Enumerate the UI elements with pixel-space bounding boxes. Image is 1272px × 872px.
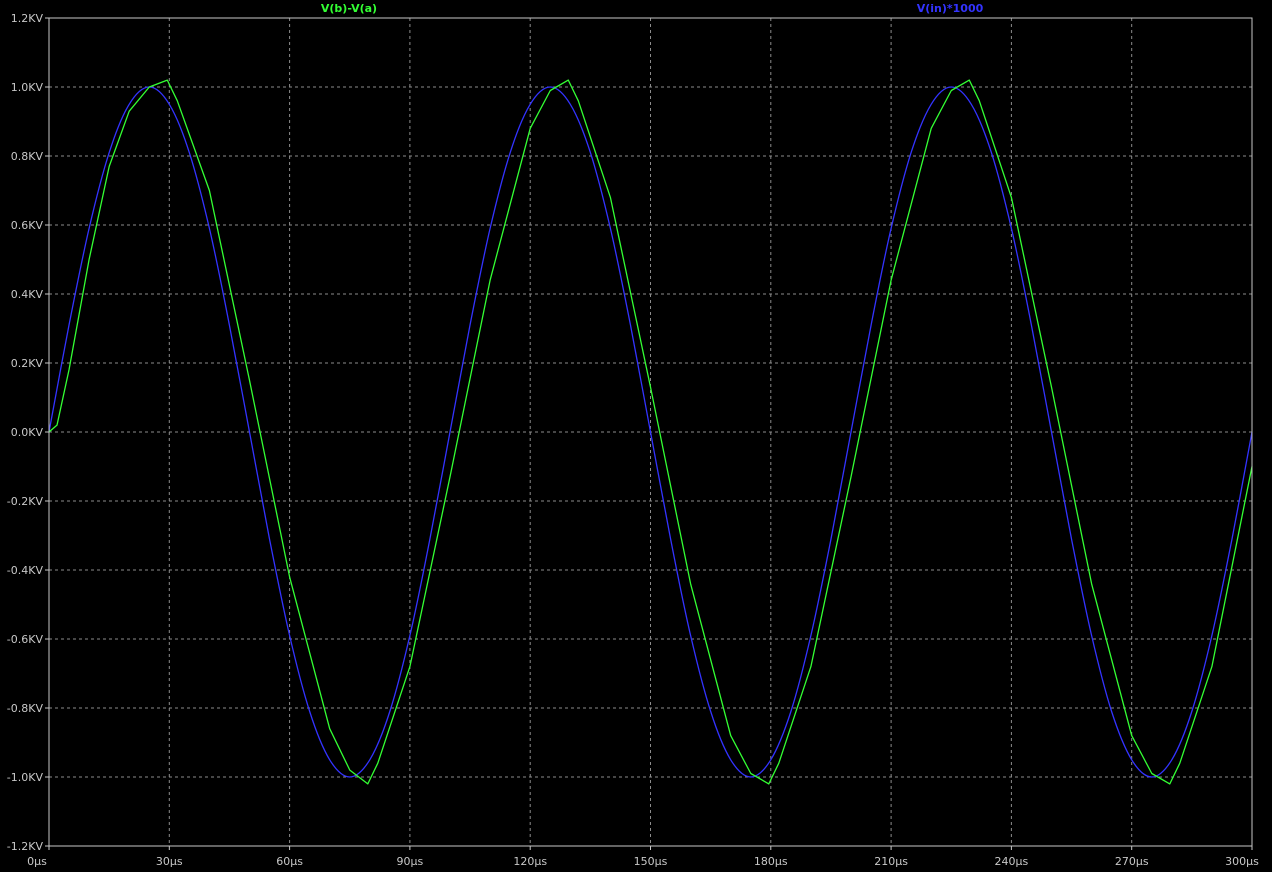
y-tick-label: -0.2KV (7, 495, 44, 508)
plot-background (0, 0, 1272, 872)
x-tick-label: 0µs (27, 855, 47, 868)
y-tick-label: -1.2KV (7, 840, 44, 853)
x-tick-label: 60µs (276, 855, 303, 868)
x-tick-label: 270µs (1115, 855, 1149, 868)
x-tick-label: 180µs (754, 855, 788, 868)
x-tick-label: 30µs (156, 855, 183, 868)
legend-series-green: V(b)-V(a) (321, 2, 377, 15)
y-tick-label: -0.6KV (7, 633, 44, 646)
y-tick-label: -0.8KV (7, 702, 44, 715)
y-tick-label: 1.0KV (11, 81, 44, 94)
x-tick-label: 240µs (995, 855, 1029, 868)
waveform-plot: 0µs 30µs 60µs 90µs 120µs 150µs 180µs 210µs 240µs… (0, 0, 1272, 872)
x-tick-label: 300µs (1225, 855, 1259, 868)
y-tick-label: 0.8KV (11, 150, 44, 163)
x-tick-label: 210µs (874, 855, 908, 868)
y-tick-label: 0.0KV (11, 426, 44, 439)
y-tick-label: 0.2KV (11, 357, 44, 370)
x-tick-label: 150µs (634, 855, 668, 868)
x-tick-label: 120µs (513, 855, 547, 868)
x-tick-label: 90µs (397, 855, 424, 868)
y-tick-label: -0.4KV (7, 564, 44, 577)
y-tick-label: 0.6KV (11, 219, 44, 232)
y-tick-label: 1.2KV (11, 12, 44, 25)
y-tick-label: -1.0KV (7, 771, 44, 784)
y-tick-label: 0.4KV (11, 288, 44, 301)
legend-series-blue: V(in)*1000 (917, 2, 984, 15)
